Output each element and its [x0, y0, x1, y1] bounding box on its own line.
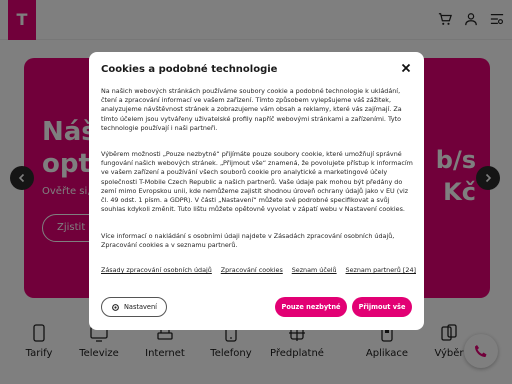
dialog-paragraph-3: Více informací o nakládání s osobními úd… — [101, 232, 395, 250]
link-cookies[interactable]: Zpracování cookies — [221, 266, 283, 274]
link-purposes[interactable]: Seznam účelů — [292, 266, 337, 274]
gear-icon — [112, 303, 119, 311]
link-partners[interactable]: Seznam partnerů [24] — [346, 266, 416, 274]
cookie-consent-dialog: Cookies a podobné technologie Na našich … — [89, 52, 424, 330]
link-privacy-policy[interactable]: Zásady zpracování osobních údajů — [101, 266, 212, 274]
dialog-paragraph-1: Na našich webových stránkách používáme s… — [101, 87, 402, 132]
necessary-only-button[interactable]: Pouze nezbytné — [275, 297, 347, 317]
dialog-title: Cookies a podobné technologie — [101, 64, 278, 75]
policy-links: Zásady zpracování osobních údajů Zpracov… — [101, 266, 416, 274]
accept-all-button[interactable]: Přijmout vše — [352, 297, 412, 317]
settings-button[interactable]: Nastavení — [101, 297, 167, 317]
settings-label: Nastavení — [123, 303, 157, 311]
dialog-paragraph-2: Výběrem možnosti „Pouze nezbytné“ přijím… — [101, 150, 413, 214]
close-icon[interactable] — [400, 62, 412, 74]
